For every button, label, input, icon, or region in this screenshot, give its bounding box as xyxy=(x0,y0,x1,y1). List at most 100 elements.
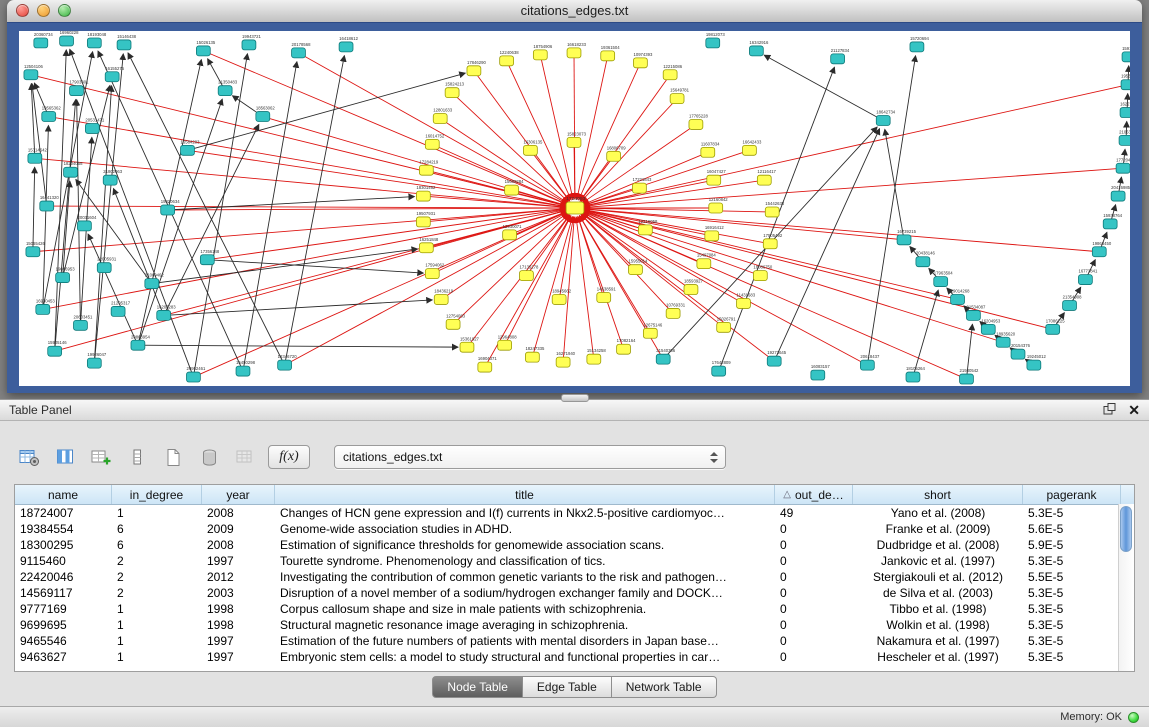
network-node[interactable]: 21205317 xyxy=(111,300,131,316)
close-button[interactable] xyxy=(16,4,29,17)
network-node[interactable]: 15823073 xyxy=(567,131,587,147)
network-node[interactable]: 16904371 xyxy=(478,356,498,372)
panel-resize-handle[interactable] xyxy=(561,394,589,402)
network-node[interactable]: 12801633 xyxy=(433,108,453,124)
table-panel-titlebar[interactable]: Table Panel ✕ xyxy=(0,400,1149,421)
zoom-button[interactable] xyxy=(58,4,71,17)
table-row[interactable]: 1456911722003Disruption of a novel membe… xyxy=(15,585,1134,601)
tab-edge-table[interactable]: Edge Table xyxy=(523,676,612,698)
network-node[interactable]: 18945662 xyxy=(552,289,572,305)
table-row[interactable]: 1872400712008Changes of HCN gene express… xyxy=(15,505,1134,521)
network-node[interactable]: 21069462 xyxy=(145,273,165,289)
new-table-icon[interactable] xyxy=(160,445,186,469)
table-row[interactable]: 2242004622012Investigating the contribut… xyxy=(15,569,1134,585)
network-node[interactable]: 16618233 xyxy=(567,42,587,58)
table-row[interactable]: 946362711997Embryonic stem cells: a mode… xyxy=(15,649,1134,665)
network-node[interactable]: 19943721 xyxy=(242,34,262,50)
network-node[interactable]: 12754083 xyxy=(446,313,466,329)
network-node[interactable]: 16806709 xyxy=(607,145,627,161)
network-node[interactable]: 19014268 xyxy=(951,289,971,305)
network-node[interactable]: 20438146 xyxy=(916,251,936,267)
network-node[interactable]: 20178568 xyxy=(292,42,312,58)
network-node[interactable]: 15065426 xyxy=(26,241,46,257)
window-titlebar[interactable]: citations_edges.txt xyxy=(7,0,1142,23)
network-node[interactable]: 17086225 xyxy=(1046,318,1066,334)
network-node[interactable]: 17082164 xyxy=(617,338,637,354)
import-table-icon[interactable] xyxy=(232,445,258,469)
network-node[interactable]: 16642433 xyxy=(742,139,762,155)
network-node[interactable]: 18105264 xyxy=(906,366,926,382)
network-node[interactable]: 16441320 xyxy=(40,195,60,211)
network-node[interactable]: 21354908 xyxy=(1063,294,1083,310)
network-node[interactable]: 15134258 xyxy=(587,348,607,364)
network-node[interactable]: 18204058 xyxy=(64,161,84,177)
network-node[interactable]: 11431683 xyxy=(737,292,756,308)
network-node[interactable]: 12675146 xyxy=(643,322,663,338)
network-node[interactable]: 16773841 xyxy=(1078,269,1098,285)
network-node[interactable]: 16930453 xyxy=(36,298,56,314)
network-node[interactable]: 19820634 xyxy=(161,199,181,215)
network-node[interactable]: 20952461 xyxy=(186,366,206,382)
close-panel-icon[interactable]: ✕ xyxy=(1128,403,1140,417)
network-node[interactable]: 21063548 xyxy=(1119,129,1130,145)
float-panel-icon[interactable] xyxy=(1103,403,1116,418)
network-node[interactable]: 16450298 xyxy=(236,360,256,376)
network-node[interactable]: 17846290 xyxy=(467,60,487,76)
column-header-short[interactable]: short xyxy=(853,485,1023,504)
table-row[interactable]: 1938455462009Genome-wide association stu… xyxy=(15,521,1134,537)
network-node[interactable]: 17135278 xyxy=(519,265,539,281)
network-node[interactable]: 17594062 xyxy=(425,263,445,279)
network-node[interactable]: 16014752 xyxy=(425,133,445,149)
network-node[interactable]: 18593927 xyxy=(684,279,704,295)
network-node[interactable]: 16960228 xyxy=(60,31,80,46)
network-node[interactable]: 18346720 xyxy=(278,354,298,370)
delete-column-icon[interactable] xyxy=(124,445,150,469)
network-node[interactable]: 19565362 xyxy=(42,106,62,122)
column-header-out-de-[interactable]: △out_de… xyxy=(775,485,853,504)
network-node[interactable]: 19507931 xyxy=(416,211,436,227)
network-node[interactable]: 12930071 xyxy=(503,224,523,240)
network-node[interactable]: 21350483 xyxy=(218,80,238,96)
network-node[interactable]: 18301462 xyxy=(416,185,436,201)
network-node[interactable]: 15649781 xyxy=(670,88,690,104)
network-node[interactable]: 15824213 xyxy=(445,82,465,98)
network-node[interactable]: 10769331 xyxy=(666,302,686,318)
column-header-title[interactable]: title xyxy=(275,485,775,504)
table-vertical-scrollbar[interactable] xyxy=(1118,504,1134,671)
network-node[interactable]: 17765228 xyxy=(689,114,709,130)
table-row[interactable]: 977716911998Corpus callosum shape and si… xyxy=(15,601,1134,617)
network-node[interactable]: 21540366 xyxy=(656,348,676,364)
network-node[interactable]: 19273645 xyxy=(767,350,787,366)
network-node[interactable]: 20863954 xyxy=(131,334,151,350)
network-node[interactable]: 17505492 xyxy=(763,233,783,249)
network-node[interactable]: 12160842 xyxy=(709,197,729,213)
network-node[interactable]: 19046953 xyxy=(56,267,76,283)
network-node[interactable]: 15361927 xyxy=(460,336,480,352)
network-node[interactable]: 18193048 xyxy=(87,32,107,48)
network-node[interactable]: 22005931 xyxy=(97,257,117,273)
network-node[interactable]: 20360734 xyxy=(34,32,54,48)
network-node[interactable]: 18754906 xyxy=(533,44,553,60)
column-header-year[interactable]: year xyxy=(202,485,275,504)
network-node[interactable]: 21930542 xyxy=(960,368,980,384)
table-row[interactable]: 946554611997Estimation of the future num… xyxy=(15,633,1134,649)
network-node[interactable]: 18247335 xyxy=(525,346,545,362)
column-header-name[interactable]: name xyxy=(15,485,112,504)
scrollbar-thumb[interactable] xyxy=(1120,506,1132,552)
tab-network-table[interactable]: Network Table xyxy=(612,676,717,698)
minimize-button[interactable] xyxy=(37,4,50,17)
network-node[interactable]: 14638591 xyxy=(597,287,617,303)
network-node[interactable]: 20618437 xyxy=(860,354,880,370)
network-node[interactable]: 21127834 xyxy=(831,48,850,64)
network-node[interactable]: 15442638 xyxy=(765,201,785,217)
network-node[interactable]: 17963504 xyxy=(934,271,954,287)
network-node[interactable]: 17642809 xyxy=(712,360,732,376)
network-node[interactable]: 16227390 xyxy=(1120,102,1130,118)
network-node[interactable]: 15497084 xyxy=(697,253,717,269)
network-node[interactable]: 18642734 xyxy=(876,110,896,126)
columns-visibility-icon[interactable] xyxy=(52,445,78,469)
table-selector-dropdown[interactable]: citations_edges.txt xyxy=(334,445,726,469)
network-node[interactable]: 1724093 xyxy=(566,196,585,214)
network-node[interactable]: 12116417 xyxy=(757,169,776,185)
network-node[interactable]: 15955014 xyxy=(629,259,649,275)
